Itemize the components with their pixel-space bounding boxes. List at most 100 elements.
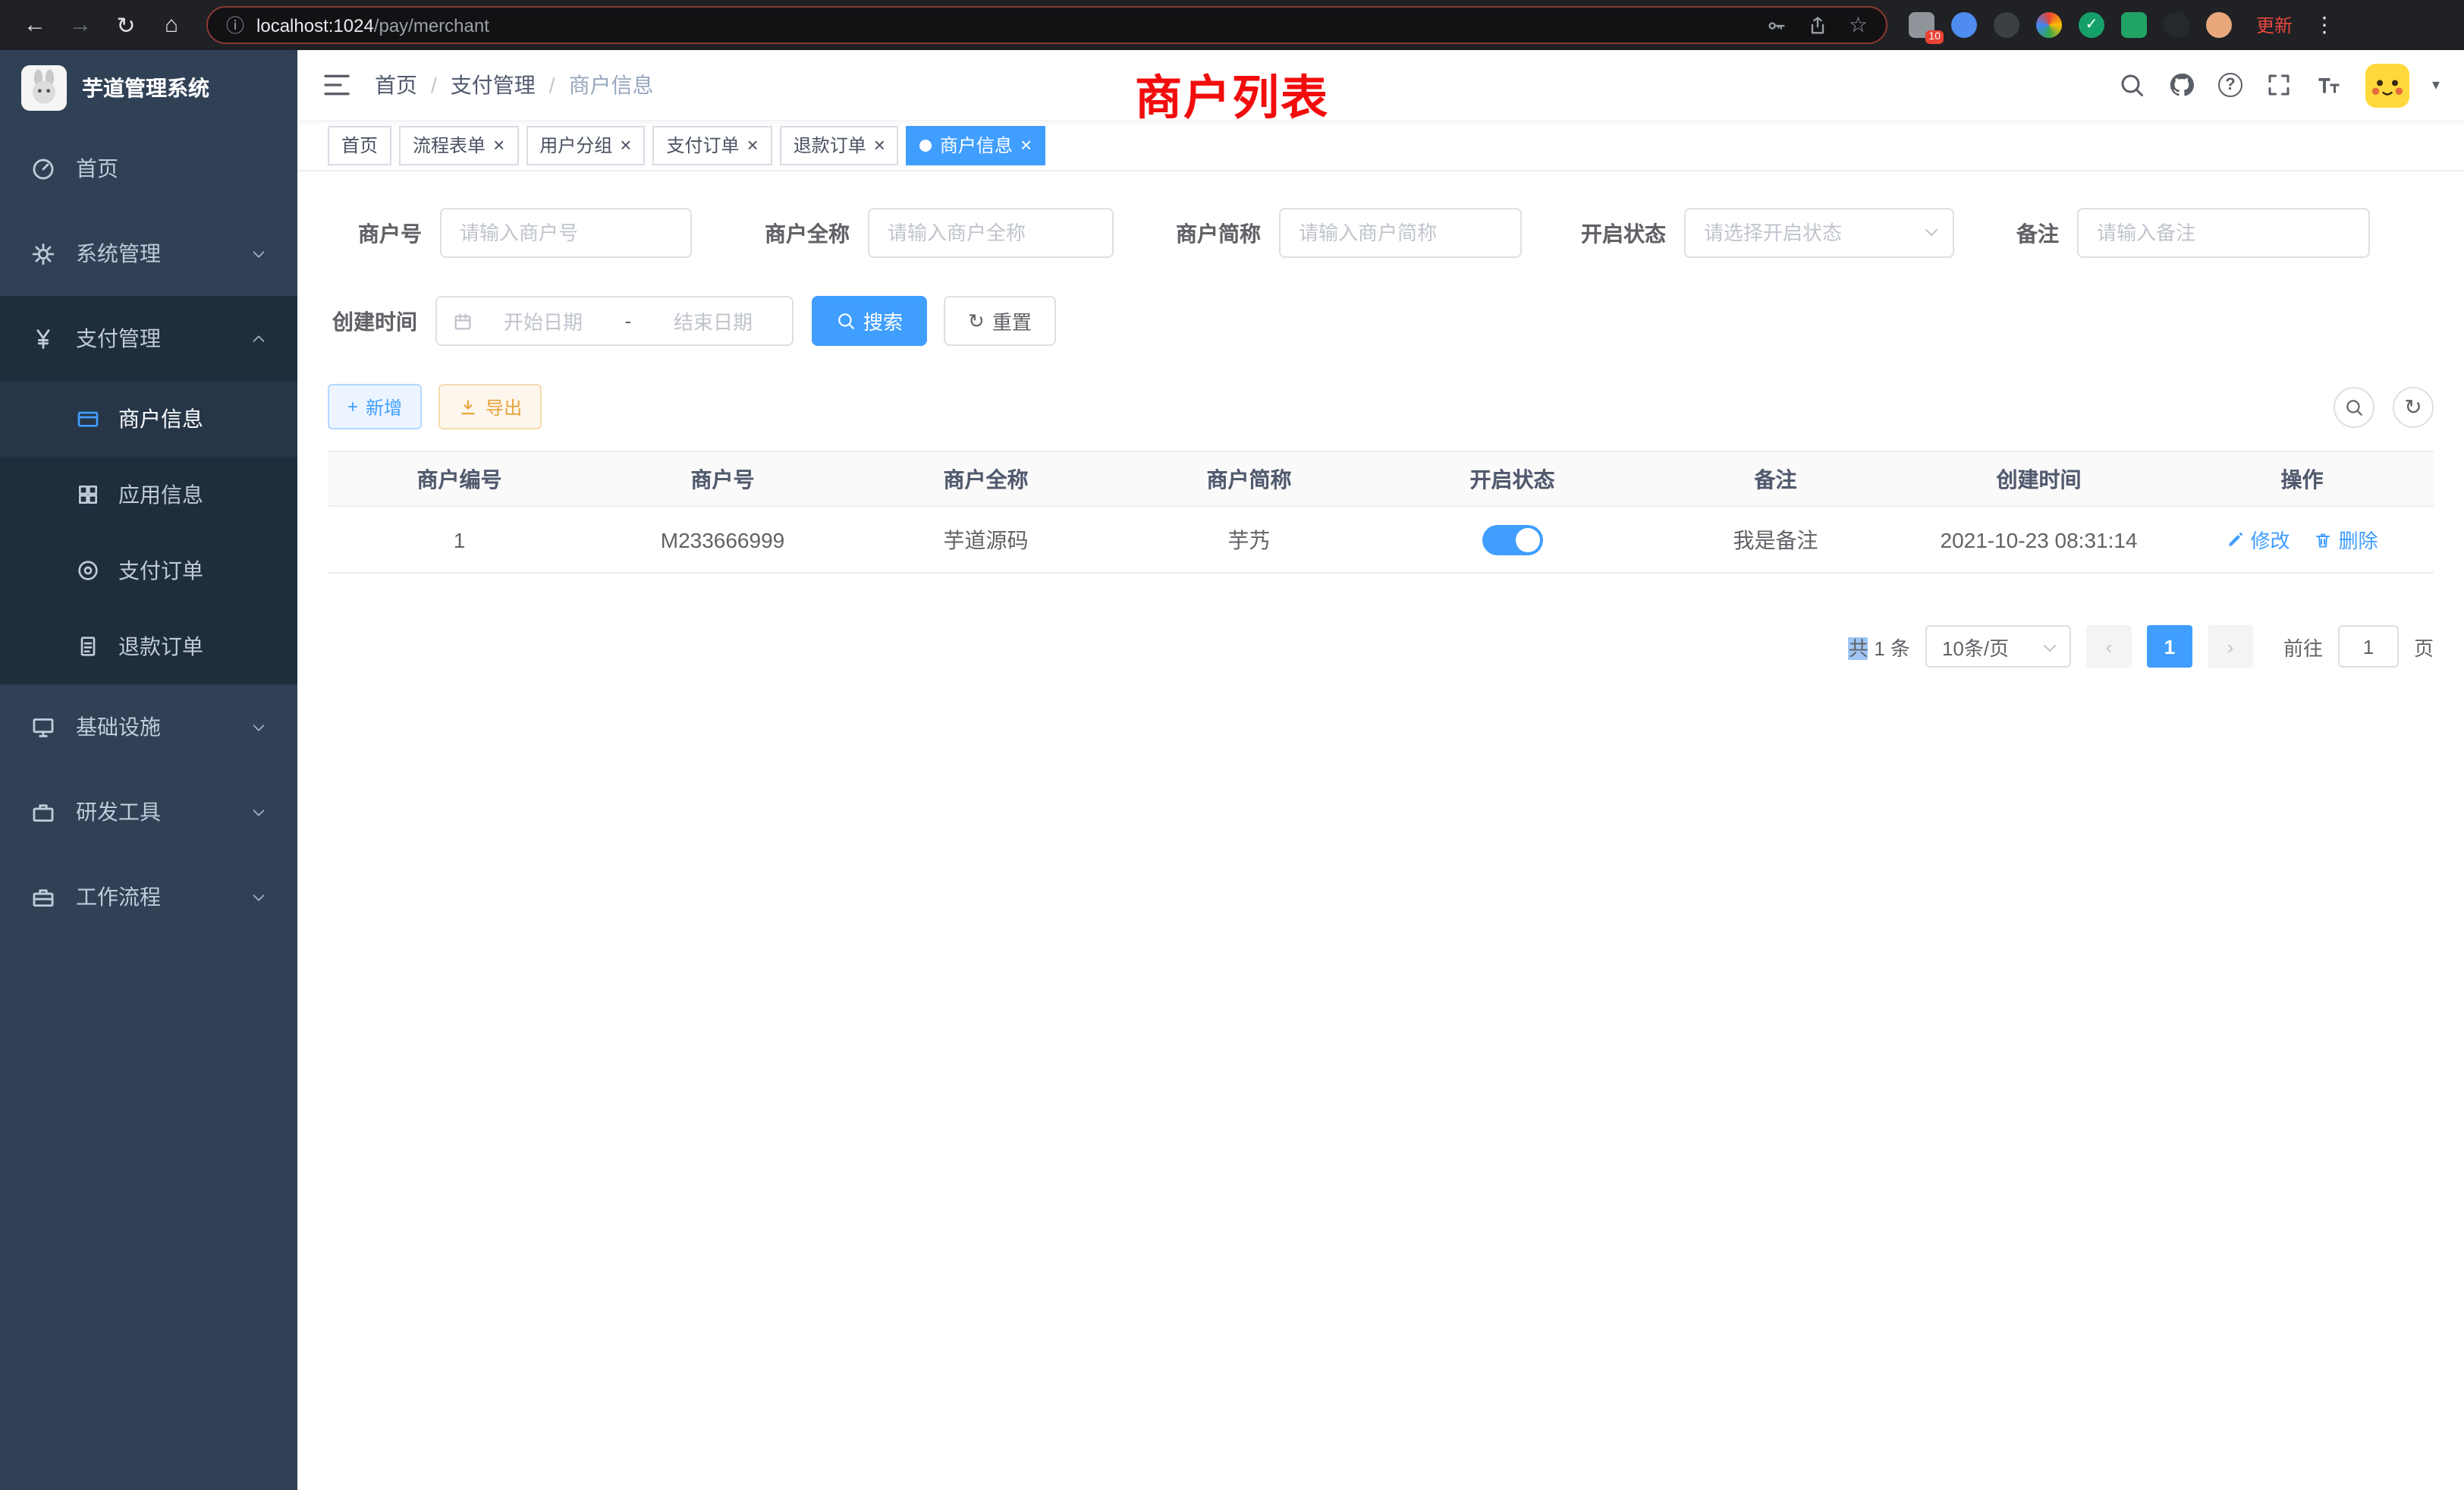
search-icon: [2344, 397, 2364, 417]
export-button[interactable]: 导出: [438, 384, 542, 429]
browser-update-button[interactable]: 更新: [2256, 12, 2293, 38]
tab-close-icon[interactable]: ×: [1020, 135, 1032, 155]
sidebar-item-system[interactable]: 系统管理: [0, 211, 297, 296]
tab-close-icon[interactable]: ×: [620, 135, 631, 155]
status-label: 开启状态: [1522, 218, 1684, 248]
sidebar-item-label: 应用信息: [118, 479, 203, 510]
breadcrumb-home[interactable]: 首页: [375, 70, 417, 100]
delete-link[interactable]: 删除: [2315, 525, 2378, 554]
sidebar-item-workflow[interactable]: 工作流程: [0, 854, 297, 939]
column-header: 创建时间: [1907, 452, 2170, 507]
tab-process-form[interactable]: 流程表单 ×: [399, 125, 518, 165]
sidebar-item-refund-order[interactable]: 退款订单: [0, 608, 297, 684]
red-annotation: 商户列表: [1135, 59, 1329, 127]
goto-page-input[interactable]: [2338, 625, 2399, 668]
reset-button-label: 重置: [992, 306, 1032, 335]
date-end-placeholder[interactable]: 结束日期: [652, 306, 774, 335]
refresh-table-button[interactable]: ↻: [2393, 386, 2434, 427]
sidebar-item-payment[interactable]: 支付管理: [0, 296, 297, 381]
cell-create-time: 2021-10-23 08:31:14: [1907, 507, 2170, 574]
user-avatar[interactable]: [2365, 63, 2409, 107]
sidebar-item-label: 支付订单: [118, 555, 203, 586]
pencil-icon: [2226, 530, 2244, 549]
sidebar-item-infrastructure[interactable]: 基础设施: [0, 684, 297, 769]
remark-label: 备注: [1954, 218, 2077, 248]
tab-label: 流程表单: [413, 132, 486, 158]
github-icon[interactable]: [2168, 71, 2195, 99]
column-header: 商户简称: [1117, 452, 1381, 507]
browser-reload-icon[interactable]: ↻: [106, 5, 146, 45]
sidebar-item-label: 工作流程: [76, 882, 161, 912]
full-name-label: 商户全称: [692, 218, 868, 248]
prev-page-button[interactable]: ‹: [2086, 625, 2132, 668]
search-button[interactable]: 搜索: [812, 296, 927, 346]
sidebar-item-home[interactable]: 首页: [0, 126, 297, 211]
hide-search-button[interactable]: [2334, 386, 2374, 427]
tab-home[interactable]: 首页: [328, 125, 391, 165]
sidebar: 芋道管理系统 首页 系统管理 支付管理: [0, 50, 297, 1490]
cell-short-name: 芋艿: [1117, 507, 1381, 574]
sidebar-item-merchant-info[interactable]: 商户信息: [0, 381, 297, 457]
extension-icon[interactable]: [2036, 12, 2062, 38]
extension-icon[interactable]: [1994, 12, 2019, 38]
create-time-range-picker[interactable]: 开始日期 - 结束日期: [435, 296, 794, 346]
status-select[interactable]: [1684, 208, 1954, 258]
sidebar-item-label: 基础设施: [76, 712, 161, 742]
reset-button[interactable]: ↻ 重置: [944, 296, 1056, 346]
page-size-select[interactable]: 10条/页: [1925, 625, 2071, 668]
browser-forward-icon[interactable]: →: [61, 5, 100, 45]
column-header: 备注: [1644, 452, 1907, 507]
search-icon[interactable]: [2118, 71, 2145, 99]
cell-remark: 我是备注: [1644, 507, 1907, 574]
tab-merchant-info[interactable]: 商户信息×: [907, 125, 1045, 165]
add-button[interactable]: + 新增: [328, 384, 422, 429]
tab-close-icon[interactable]: ×: [874, 135, 885, 155]
sidebar-item-label: 退款订单: [118, 631, 203, 662]
remark-input[interactable]: [2077, 208, 2370, 258]
bookmark-star-icon[interactable]: ☆: [1849, 12, 1868, 38]
extension-icon[interactable]: ✓: [2079, 12, 2104, 38]
password-key-icon[interactable]: [1767, 14, 1788, 36]
browser-menu-icon[interactable]: ⋮: [2314, 12, 2335, 38]
extensions-row: 10 ✓: [1909, 12, 2232, 38]
tab-close-icon[interactable]: ×: [493, 135, 504, 155]
merchant-no-input[interactable]: [440, 208, 692, 258]
export-button-label: 导出: [486, 394, 522, 420]
extension-icon[interactable]: [2121, 12, 2147, 38]
browser-back-icon[interactable]: ←: [15, 5, 55, 45]
avatar-caret-icon[interactable]: ▾: [2432, 77, 2440, 93]
page-number-button[interactable]: 1: [2147, 625, 2192, 668]
sidebar-item-pay-order[interactable]: 支付订单: [0, 533, 297, 608]
help-icon[interactable]: ?: [2218, 73, 2242, 97]
tab-user-group[interactable]: 用户分组×: [526, 125, 645, 165]
fullscreen-icon[interactable]: [2265, 71, 2293, 99]
status-select-input[interactable]: [1684, 208, 1954, 258]
extension-icon[interactable]: [2164, 12, 2189, 38]
tab-close-icon[interactable]: ×: [747, 135, 759, 155]
share-icon[interactable]: [1808, 14, 1829, 36]
short-name-label: 商户简称: [1114, 218, 1279, 248]
font-size-icon[interactable]: [2315, 71, 2343, 99]
sidebar-item-dev-tools[interactable]: 研发工具: [0, 769, 297, 854]
site-info-icon[interactable]: ⓘ: [226, 12, 244, 38]
url-path: /pay/merchant: [374, 14, 489, 36]
full-name-input[interactable]: [868, 208, 1114, 258]
tab-refund-order[interactable]: 退款订单×: [780, 125, 899, 165]
next-page-button[interactable]: ›: [2208, 625, 2253, 668]
browser-home-icon[interactable]: ⌂: [152, 5, 191, 45]
extension-icon[interactable]: 10: [1909, 12, 1934, 38]
page-size-value: 10条/页: [1942, 632, 2009, 661]
address-bar[interactable]: ⓘ localhost:1024/pay/merchant ☆: [206, 6, 1887, 44]
grid-icon: [76, 483, 100, 507]
extension-icon[interactable]: [2206, 12, 2232, 38]
short-name-input[interactable]: [1279, 208, 1522, 258]
breadcrumb-payment[interactable]: 支付管理: [451, 70, 536, 100]
date-start-placeholder[interactable]: 开始日期: [482, 306, 604, 335]
extension-icon[interactable]: [1951, 12, 1977, 38]
sidebar-item-app-info[interactable]: 应用信息: [0, 457, 297, 533]
hamburger-icon[interactable]: [322, 70, 352, 100]
edit-link[interactable]: 修改: [2226, 525, 2290, 554]
chevron-down-icon: [1922, 223, 1941, 241]
tab-pay-order[interactable]: 支付订单×: [652, 125, 772, 165]
status-toggle[interactable]: [1482, 524, 1543, 555]
